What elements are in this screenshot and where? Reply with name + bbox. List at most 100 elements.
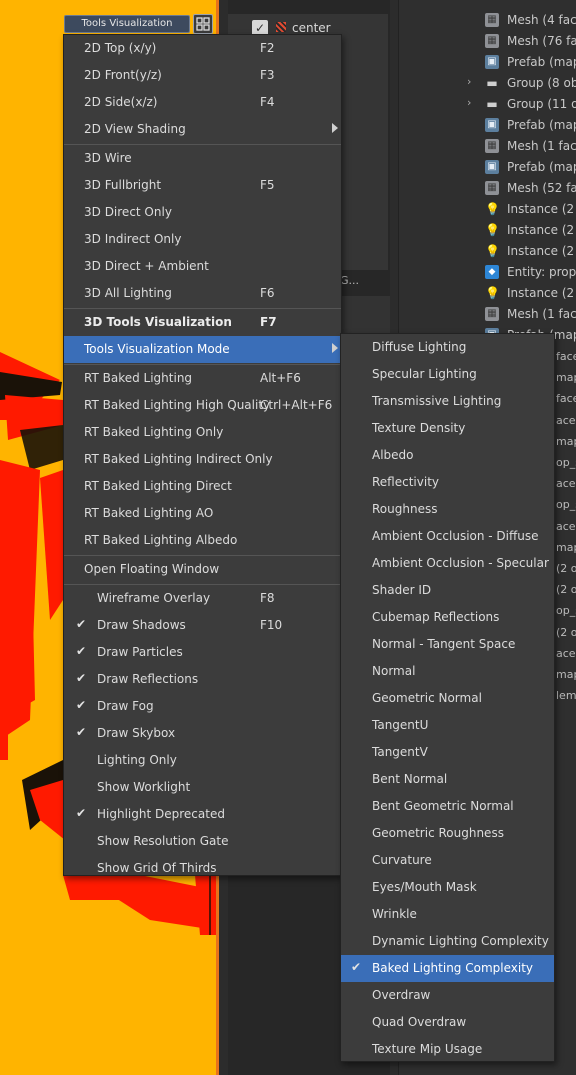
outliner-row-label: Instance (2 ob (507, 244, 576, 258)
outliner-row-label: Prefab (maps/ (507, 160, 576, 174)
menu-item-draw-reflections[interactable]: ✔ Draw Reflections (64, 666, 341, 693)
menu-item-wireframe-overlay[interactable]: Wireframe Overlay F8 (64, 585, 341, 612)
menu-item-3d-fullbright[interactable]: 3D Fullbright F5 (64, 172, 341, 199)
menu-item-2d-view-shading[interactable]: 2D View Shading (64, 116, 341, 143)
submenu-item-dynamic-lighting-complexity[interactable]: Dynamic Lighting Complexity (341, 928, 554, 955)
menu-item-lighting-only[interactable]: Lighting Only (64, 747, 341, 774)
submenu-item-tangentv[interactable]: TangentV (341, 739, 554, 766)
outliner-row-label: Instance (2 ob (507, 202, 576, 216)
outliner-row[interactable]: 💡 Instance (2 ob (399, 241, 576, 262)
submenu-item-normal-tangent-space[interactable]: Normal - Tangent Space (341, 631, 554, 658)
menu-item-label: RT Baked Lighting Only (84, 425, 224, 439)
outliner-row[interactable]: ▦ Mesh (76 faces) (399, 31, 576, 52)
submenu-item-geometric-roughness[interactable]: Geometric Roughness (341, 820, 554, 847)
submenu-item-texture-mip-usage[interactable]: Texture Mip Usage (341, 1036, 554, 1063)
submenu-item-diffuse-lighting[interactable]: Diffuse Lighting (341, 334, 554, 361)
outliner-row-label: Instance (2 ob (507, 286, 576, 300)
submenu-item-label: TangentV (372, 745, 428, 759)
menu-item-label: RT Baked Lighting AO (84, 506, 214, 520)
menu-item-rt-baked-lighting-only[interactable]: RT Baked Lighting Only (64, 419, 341, 446)
menu-item-draw-fog[interactable]: ✔ Draw Fog (64, 693, 341, 720)
submenu-item-wrinkle[interactable]: Wrinkle (341, 901, 554, 928)
submenu-item-roughness[interactable]: Roughness (341, 496, 554, 523)
submenu-item-overdraw[interactable]: Overdraw (341, 982, 554, 1009)
view-mode-menu: 2D Top (x/y) F2 2D Front(y/z) F3 2D Side(x/z… (63, 34, 342, 876)
checkmark-icon: ✔ (76, 725, 87, 739)
submenu-item-tangentu[interactable]: TangentU (341, 712, 554, 739)
tools-visualization-dropdown[interactable]: Tools Visualization (64, 15, 190, 33)
outliner-row[interactable]: ▦ Mesh (1 faces) (399, 136, 576, 157)
submenu-item-cubemap-reflections[interactable]: Cubemap Reflections (341, 604, 554, 631)
menu-item-rt-baked-lighting-indirect-only[interactable]: RT Baked Lighting Indirect Only (64, 446, 341, 473)
menu-item-3d-all-lighting[interactable]: 3D All Lighting F6 (64, 280, 341, 307)
submenu-item-bent-geometric-normal[interactable]: Bent Geometric Normal (341, 793, 554, 820)
outliner-row-fragment: face (556, 392, 576, 406)
menu-item-2d-front-y-z[interactable]: 2D Front(y/z) F3 (64, 62, 341, 89)
submenu-item-specular-lighting[interactable]: Specular Lighting (341, 361, 554, 388)
outliner-row[interactable]: ▣ Prefab (maps/ (399, 115, 576, 136)
submenu-item-eyes-mouth-mask[interactable]: Eyes/Mouth Mask (341, 874, 554, 901)
menu-item-tools-visualization-mode[interactable]: Tools Visualization Mode (64, 336, 341, 363)
menu-item-show-worklight[interactable]: Show Worklight (64, 774, 341, 801)
submenu-item-normal[interactable]: Normal (341, 658, 554, 685)
menu-item-3d-direct-only[interactable]: 3D Direct Only (64, 199, 341, 226)
outliner-row[interactable]: ▦ Mesh (1 faces) (399, 304, 576, 325)
submenu-item-label: Baked Lighting Complexity (372, 961, 534, 975)
menu-item-rt-baked-lighting-direct[interactable]: RT Baked Lighting Direct (64, 473, 341, 500)
menu-item-draw-particles[interactable]: ✔ Draw Particles (64, 639, 341, 666)
layer-label[interactable]: center (292, 21, 331, 35)
submenu-item-quad-overdraw[interactable]: Quad Overdraw (341, 1009, 554, 1036)
outliner-row-fragment: lems (556, 689, 576, 703)
menu-item-3d-indirect-only[interactable]: 3D Indirect Only (64, 226, 341, 253)
submenu-item-curvature[interactable]: Curvature (341, 847, 554, 874)
submenu-item-texture-density[interactable]: Texture Density (341, 415, 554, 442)
outliner-row-label: Mesh (76 faces) (507, 34, 576, 48)
outliner-row-fragment: aces (556, 519, 576, 533)
outliner-row[interactable]: › ▬ Group (11 obj (399, 94, 576, 115)
menu-item-highlight-deprecated[interactable]: ✔ Highlight Deprecated (64, 801, 341, 828)
outliner-row[interactable]: 💡 Instance (2 ob (399, 220, 576, 241)
expand-arrow-icon[interactable]: › (467, 96, 471, 109)
expand-arrow-icon[interactable]: › (467, 75, 471, 88)
submenu-item-ambient-occlusion-specular[interactable]: Ambient Occlusion - Specular (341, 550, 554, 577)
menu-item-open-floating-window[interactable]: Open Floating Window (64, 556, 341, 583)
menu-item-shortcut: Alt+F6 (260, 371, 301, 385)
outliner-row-fragment: aces (556, 413, 576, 427)
grid-layout-icon[interactable] (193, 14, 213, 34)
submenu-item-baked-lighting-complexity[interactable]: ✔ Baked Lighting Complexity (341, 955, 554, 982)
menu-item-3d-tools-visualization[interactable]: 3D Tools Visualization F7 (64, 309, 341, 336)
outliner-row-label: Instance (2 ob (507, 223, 576, 237)
outliner-row[interactable]: ▣ Prefab (maps/ (399, 157, 576, 178)
submenu-item-shader-id[interactable]: Shader ID (341, 577, 554, 604)
outliner-row-fragment: (2 o (556, 625, 576, 639)
submenu-item-ambient-occlusion-diffuse[interactable]: Ambient Occlusion - Diffuse (341, 523, 554, 550)
submenu-item-label: Cubemap Reflections (372, 610, 500, 624)
outliner-row[interactable]: › ▬ Group (8 obje (399, 73, 576, 94)
menu-item-rt-baked-lighting-albedo[interactable]: RT Baked Lighting Albedo (64, 527, 341, 554)
outliner-row[interactable]: 💡 Instance (2 ob (399, 283, 576, 304)
submenu-item-bent-normal[interactable]: Bent Normal (341, 766, 554, 793)
menu-item-show-grid-of-thirds[interactable]: Show Grid Of Thirds (64, 855, 341, 882)
menu-item-draw-shadows[interactable]: ✔ Draw Shadows F10 (64, 612, 341, 639)
menu-item-label: Draw Shadows (97, 618, 186, 632)
menu-item-label: Draw Reflections (97, 672, 199, 686)
submenu-item-geometric-normal[interactable]: Geometric Normal (341, 685, 554, 712)
outliner-row[interactable]: 💡 Instance (2 ob (399, 199, 576, 220)
menu-item-2d-side-x-z[interactable]: 2D Side(x/z) F4 (64, 89, 341, 116)
outliner-row-label: Group (8 obje (507, 76, 576, 90)
menu-item-3d-wire[interactable]: 3D Wire (64, 145, 341, 172)
outliner-row[interactable]: ◆ Entity: prop_s (399, 262, 576, 283)
menu-item-draw-skybox[interactable]: ✔ Draw Skybox (64, 720, 341, 747)
outliner-row[interactable]: ▦ Mesh (4 faces) (399, 10, 576, 31)
submenu-item-albedo[interactable]: Albedo (341, 442, 554, 469)
outliner-row[interactable]: ▦ Mesh (52 face (399, 178, 576, 199)
outliner-row[interactable]: ▣ Prefab (maps/ (399, 52, 576, 73)
menu-item-rt-baked-lighting-high-quality[interactable]: RT Baked Lighting High Quality Ctrl+Alt+F… (64, 392, 341, 419)
menu-item-2d-top-x-y[interactable]: 2D Top (x/y) F2 (64, 35, 341, 62)
menu-item-rt-baked-lighting[interactable]: RT Baked Lighting Alt+F6 (64, 365, 341, 392)
submenu-item-transmissive-lighting[interactable]: Transmissive Lighting (341, 388, 554, 415)
menu-item-rt-baked-lighting-ao[interactable]: RT Baked Lighting AO (64, 500, 341, 527)
menu-item-show-resolution-gate[interactable]: Show Resolution Gate (64, 828, 341, 855)
menu-item-3d-direct-ambient[interactable]: 3D Direct + Ambient (64, 253, 341, 280)
submenu-item-reflectivity[interactable]: Reflectivity (341, 469, 554, 496)
